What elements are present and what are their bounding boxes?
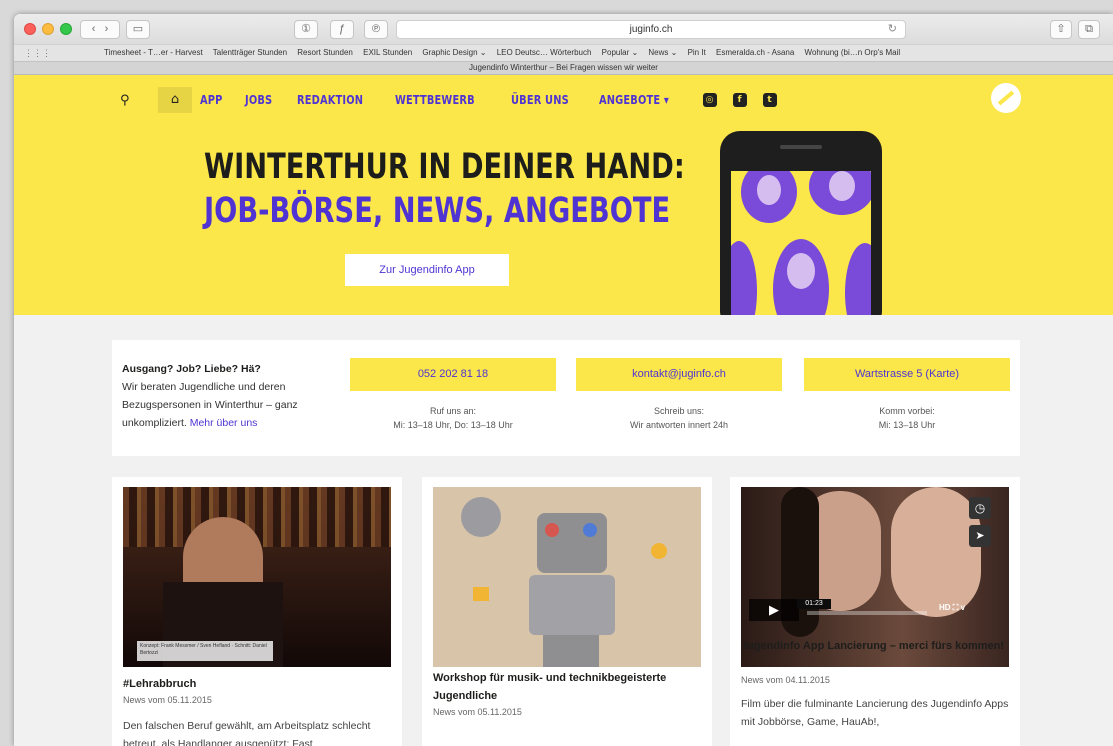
top-sites-icon[interactable]: ⋮⋮⋮ bbox=[24, 48, 51, 59]
script-icon[interactable]: ƒ bbox=[330, 20, 354, 39]
news-card[interactable]: Konzept: Frank Messmer / Sven Hefland · … bbox=[112, 477, 402, 746]
bookmarks-bar: ⋮⋮⋮ Timesheet - T…er - Harvest Talentträ… bbox=[14, 44, 1113, 61]
news-card[interactable]: Workshop für musik- und technikbegeister… bbox=[422, 477, 712, 746]
bookmark-item[interactable]: LEO Deutsc… Wörterbuch bbox=[497, 48, 592, 57]
juginfo-logo[interactable] bbox=[991, 83, 1021, 113]
news-card-body: Den falschen Beruf gewählt, am Arbeitspl… bbox=[123, 720, 371, 746]
web-page: ⚲ ⌂ APP JOBS REDAKTION WETTBEWERB ÜBER U… bbox=[14, 75, 1113, 746]
bookmark-item[interactable]: EXIL Stunden bbox=[363, 48, 412, 57]
maximize-window-button[interactable] bbox=[60, 23, 72, 35]
browser-window: ‹ › ▭ ① ƒ ℗ juginfo.ch ↻ ⇧ ⧉ ⋮⋮⋮ Timeshe… bbox=[14, 14, 1113, 746]
news-card-image[interactable]: Konzept: Frank Messmer / Sven Hefland · … bbox=[123, 487, 391, 667]
address-hours: Komm vorbei: Mi: 13–18 Uhr bbox=[878, 406, 936, 430]
tabs-icon[interactable]: ⧉ bbox=[1078, 20, 1100, 39]
contact-info-bar: Ausgang? Job? Liebe? Hä? Wir beraten Jug… bbox=[112, 340, 1020, 456]
search-icon[interactable]: ⚲ bbox=[120, 93, 144, 108]
app-cta-button[interactable]: Zur Jugendinfo App bbox=[345, 254, 509, 286]
news-card-title[interactable]: Workshop für musik- und technikbegeister… bbox=[433, 669, 701, 705]
back-forward-button[interactable]: ‹ › bbox=[80, 20, 120, 39]
news-card-title[interactable]: Jugendinfo App Lancierung – merci fürs k… bbox=[741, 637, 1009, 655]
news-card-date: News vom 05.11.2015 bbox=[123, 695, 212, 705]
video-duration: 01:23 bbox=[797, 599, 831, 609]
bookmark-item[interactable]: News ⌄ bbox=[648, 48, 677, 57]
address-bar[interactable]: juginfo.ch ↻ bbox=[396, 20, 906, 39]
hero-subheadline: JOB-BÖRSE, NEWS, ANGEBOTE bbox=[204, 191, 671, 231]
facebook-icon[interactable]: f bbox=[732, 93, 747, 107]
pinterest-icon[interactable]: ℗ bbox=[364, 20, 388, 39]
minimize-window-button[interactable] bbox=[42, 23, 54, 35]
nav-item-redaktion[interactable]: REDAKTION bbox=[297, 93, 363, 107]
browser-toolbar: ‹ › ▭ ① ƒ ℗ juginfo.ch ↻ ⇧ ⧉ bbox=[14, 14, 1113, 44]
video-caption: Konzept: Frank Messmer / Sven Hefland · … bbox=[137, 641, 273, 661]
news-card-image[interactable] bbox=[433, 487, 701, 667]
nav-item-app[interactable]: APP bbox=[200, 93, 223, 107]
nav-item-ueber-uns[interactable]: ÜBER UNS bbox=[511, 93, 569, 107]
watch-later-icon[interactable]: ◷ bbox=[969, 497, 991, 519]
close-window-button[interactable] bbox=[24, 23, 36, 35]
share-video-icon[interactable]: ➤ bbox=[969, 525, 991, 547]
email-button[interactable]: kontakt@juginfo.ch bbox=[576, 358, 782, 391]
info-heading: Ausgang? Job? Liebe? Hä? bbox=[122, 363, 261, 375]
reload-icon[interactable]: ↻ bbox=[888, 21, 897, 38]
nav-item-angebote[interactable]: ANGEBOTE ▾ bbox=[599, 93, 669, 107]
address-button[interactable]: Wartstrasse 5 (Karte) bbox=[804, 358, 1010, 391]
news-card-title[interactable]: #Lehrabbruch bbox=[123, 675, 391, 693]
phone-mockup bbox=[720, 131, 882, 315]
main-nav: ⚲ ⌂ APP JOBS REDAKTION WETTBEWERB ÜBER U… bbox=[120, 87, 793, 113]
url-text: juginfo.ch bbox=[629, 24, 673, 35]
news-card-date: News vom 05.11.2015 bbox=[433, 707, 522, 717]
hero-headline: WINTERTHUR IN DEINER HAND: bbox=[204, 147, 685, 187]
sidebar-icon[interactable]: ▭ bbox=[126, 20, 150, 39]
nav-item-jobs[interactable]: JOBS bbox=[245, 93, 272, 107]
bookmark-item[interactable]: Popular ⌄ bbox=[602, 48, 639, 57]
email-note: Schreib uns: Wir antworten innert 24h bbox=[629, 406, 729, 430]
home-icon[interactable]: ⌂ bbox=[158, 87, 192, 113]
phone-hours: Ruf uns an: Mi: 13–18 Uhr, Do: 13–18 Uhr bbox=[393, 406, 513, 430]
bookmark-item[interactable]: Pin It bbox=[688, 48, 706, 57]
info-intro: Ausgang? Job? Liebe? Hä? Wir beraten Jug… bbox=[122, 360, 322, 432]
twitter-icon[interactable]: t bbox=[762, 93, 777, 107]
bookmark-item[interactable]: Wohnung (bi…n Orp's Mail bbox=[805, 48, 901, 57]
play-icon[interactable]: ▶ bbox=[749, 599, 799, 621]
news-card-date: News vom 04.11.2015 bbox=[741, 675, 830, 685]
bookmark-item[interactable]: Talentträger Stunden bbox=[213, 48, 287, 57]
video-progress-bar[interactable] bbox=[807, 611, 927, 615]
news-card-body: Film über die fulminante Lancierung des … bbox=[741, 698, 1009, 728]
nav-item-wettbewerb[interactable]: WETTBEWERB bbox=[395, 93, 475, 107]
phone-button[interactable]: 052 202 81 18 bbox=[350, 358, 556, 391]
bookmark-item[interactable]: Timesheet - T…er - Harvest bbox=[104, 48, 203, 57]
phone-screen-image bbox=[731, 171, 871, 315]
phone-speaker bbox=[780, 145, 822, 149]
hero-section: ⚲ ⌂ APP JOBS REDAKTION WETTBEWERB ÜBER U… bbox=[14, 75, 1113, 315]
reader-icon[interactable]: ① bbox=[294, 20, 318, 39]
news-card[interactable]: ◷ ➤ ▶ 01:23 HD ⛶ v Jugendinfo App Lancie… bbox=[730, 477, 1020, 746]
instagram-icon[interactable]: ◎ bbox=[702, 93, 717, 107]
more-about-us-link[interactable]: Mehr über uns bbox=[190, 417, 258, 429]
video-controls[interactable]: HD ⛶ v bbox=[939, 603, 1003, 615]
bookmark-list: Timesheet - T…er - Harvest Talentträger … bbox=[104, 48, 908, 57]
bookmark-item[interactable]: Graphic Design ⌄ bbox=[422, 48, 486, 57]
tab-title[interactable]: Jugendinfo Winterthur – Bei Fragen wisse… bbox=[14, 61, 1113, 75]
bookmark-item[interactable]: Esmeralda.ch - Asana bbox=[716, 48, 794, 57]
bookmark-item[interactable]: Resort Stunden bbox=[297, 48, 353, 57]
share-icon[interactable]: ⇧ bbox=[1050, 20, 1072, 39]
